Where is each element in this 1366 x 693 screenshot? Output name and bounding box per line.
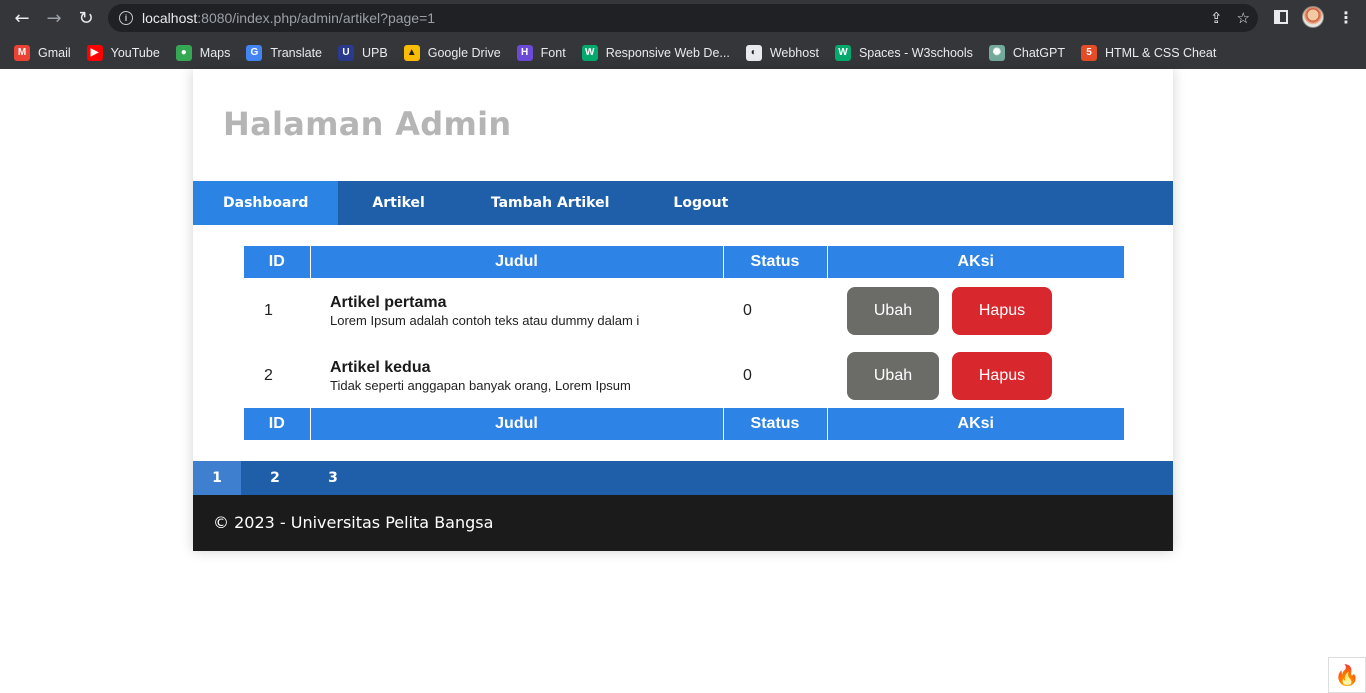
forward-arrow-icon[interactable]: → — [42, 6, 66, 30]
bookmark-item[interactable]: ◐ Webhost — [745, 40, 819, 66]
google-drive-icon: ▲ — [403, 44, 420, 61]
page-header: Halaman Admin — [193, 69, 1173, 181]
url-text: localhost:8080/index.php/admin/artikel?p… — [142, 10, 436, 26]
bookmark-item[interactable]: ● Maps — [175, 40, 231, 66]
bookmark-item[interactable]: 5 HTML & CSS Cheat — [1080, 40, 1217, 66]
hapus-button[interactable]: Hapus — [952, 351, 1052, 400]
nav-logout[interactable]: Logout — [641, 181, 760, 225]
row-judul: Artikel pertama Lorem Ipsum adalah conto… — [310, 278, 723, 343]
row-status: 0 — [743, 366, 752, 384]
table-row: 2 Artikel kedua Tidak seperti anggapan b… — [244, 343, 1124, 408]
articles-table: ID Judul Status AKsi 1 Artikel pertama L… — [244, 246, 1124, 440]
ubah-button[interactable]: Ubah — [847, 286, 939, 335]
admin-page: Halaman Admin Dashboard Artikel Tambah A… — [193, 69, 1173, 551]
content-area: ID Judul Status AKsi 1 Artikel pertama L… — [193, 225, 1173, 461]
html-css-icon: 5 — [1080, 44, 1097, 61]
footer-aksi: AKsi — [827, 408, 1124, 440]
bookmark-label: ChatGPT — [1012, 45, 1065, 60]
table-footer-row: ID Judul Status AKsi — [244, 408, 1124, 440]
back-arrow-icon[interactable]: ← — [10, 6, 34, 30]
bookmark-label: Font — [540, 45, 566, 60]
menu-kebab-icon[interactable]: ⋮ — [1338, 8, 1354, 27]
bookmark-item[interactable]: W Responsive Web De... — [581, 40, 730, 66]
w3schools-spaces-icon: W — [834, 44, 851, 61]
share-icon[interactable]: ⇪ — [1210, 9, 1223, 27]
row-id: 1 — [264, 301, 273, 319]
footer-id: ID — [244, 408, 311, 440]
page-footer: © 2023 - Universitas Pelita Bangsa — [193, 495, 1173, 551]
bookmark-label: Maps — [199, 45, 231, 60]
main-nav: Dashboard Artikel Tambah Artikel Logout — [193, 181, 1173, 225]
hapus-button[interactable]: Hapus — [952, 286, 1052, 335]
side-panel-icon[interactable] — [1274, 10, 1288, 24]
article-title: Artikel pertama — [330, 293, 447, 311]
header-id: ID — [244, 246, 311, 278]
pagination: 1 2 3 — [193, 461, 1173, 495]
font-icon: H — [516, 44, 533, 61]
webhost-icon: ◐ — [745, 44, 762, 61]
bookmark-item[interactable]: U UPB — [338, 40, 388, 66]
row-id: 2 — [264, 366, 273, 384]
bookmark-label: Translate — [270, 45, 323, 60]
w3schools-icon: W — [581, 44, 598, 61]
bookmark-label: UPB — [362, 45, 388, 60]
bookmark-item[interactable]: ▲ Google Drive — [403, 40, 501, 66]
bookmark-label: Webhost — [769, 45, 819, 60]
bookmark-label: Google Drive — [427, 45, 501, 60]
bookmark-label: HTML & CSS Cheat — [1104, 45, 1217, 60]
bookmark-item[interactable]: G Translate — [246, 40, 322, 66]
ubah-button[interactable]: Ubah — [847, 351, 939, 400]
table-header-row: ID Judul Status AKsi — [244, 246, 1124, 278]
nav-artikel[interactable]: Artikel — [338, 181, 458, 225]
footer-status: Status — [723, 408, 828, 440]
chatgpt-icon: ✺ — [988, 44, 1005, 61]
bookmark-star-icon[interactable]: ☆ — [1237, 9, 1250, 27]
bookmark-item[interactable]: W Spaces - W3schools — [834, 40, 973, 66]
browser-chrome: ← → ↻ i localhost:8080/index.php/admin/a… — [0, 0, 1366, 69]
page-title: Halaman Admin — [223, 105, 512, 143]
bookmark-item[interactable]: ▶ YouTube — [86, 40, 160, 66]
address-bar[interactable]: i localhost:8080/index.php/admin/artikel… — [108, 4, 1258, 32]
row-actions: Ubah Hapus — [827, 278, 1124, 343]
row-status: 0 — [743, 301, 752, 319]
page-3-link[interactable]: 3 — [309, 461, 357, 495]
page-1-link[interactable]: 1 — [193, 461, 241, 495]
bookmark-item[interactable]: M Gmail — [14, 40, 71, 66]
bookmarks-bar: M Gmail ▶ YouTube ● Maps G Translate U UPB ▲ Google… — [0, 36, 1366, 69]
browser-toolbar: ← → ↻ i localhost:8080/index.php/admin/a… — [0, 0, 1366, 36]
header-status: Status — [723, 246, 828, 278]
row-actions: Ubah Hapus — [827, 343, 1124, 408]
row-judul: Artikel kedua Tidak seperti anggapan ban… — [310, 343, 723, 408]
bookmark-label: Responsive Web De... — [605, 45, 730, 60]
upb-icon: U — [338, 44, 355, 61]
maps-icon: ● — [175, 44, 192, 61]
bookmark-label: Gmail — [38, 45, 71, 60]
translate-icon: G — [246, 44, 263, 61]
footer-judul: Judul — [310, 408, 724, 440]
article-excerpt: Lorem Ipsum adalah contoh teks atau dumm… — [330, 312, 640, 328]
header-judul: Judul — [310, 246, 724, 278]
header-aksi: AKsi — [827, 246, 1124, 278]
profile-avatar[interactable] — [1302, 6, 1324, 28]
bookmark-item[interactable]: ✺ ChatGPT — [988, 40, 1065, 66]
article-title: Artikel kedua — [330, 358, 431, 376]
bookmark-label: YouTube — [110, 45, 160, 60]
bookmark-label: Spaces - W3schools — [858, 45, 973, 60]
nav-dashboard[interactable]: Dashboard — [193, 181, 339, 225]
youtube-icon: ▶ — [86, 44, 103, 61]
gmail-icon: M — [14, 44, 30, 61]
site-info-icon[interactable]: i — [119, 11, 133, 25]
table-row: 1 Artikel pertama Lorem Ipsum adalah con… — [244, 278, 1124, 343]
page-2-link[interactable]: 2 — [241, 461, 309, 495]
article-excerpt: Tidak seperti anggapan banyak orang, Lor… — [330, 377, 631, 393]
codeigniter-flame-icon[interactable]: 🔥 — [1328, 657, 1366, 693]
nav-tambah-artikel[interactable]: Tambah Artikel — [459, 181, 642, 225]
reload-icon[interactable]: ↻ — [74, 6, 98, 30]
bookmark-item[interactable]: H Font — [516, 40, 566, 66]
